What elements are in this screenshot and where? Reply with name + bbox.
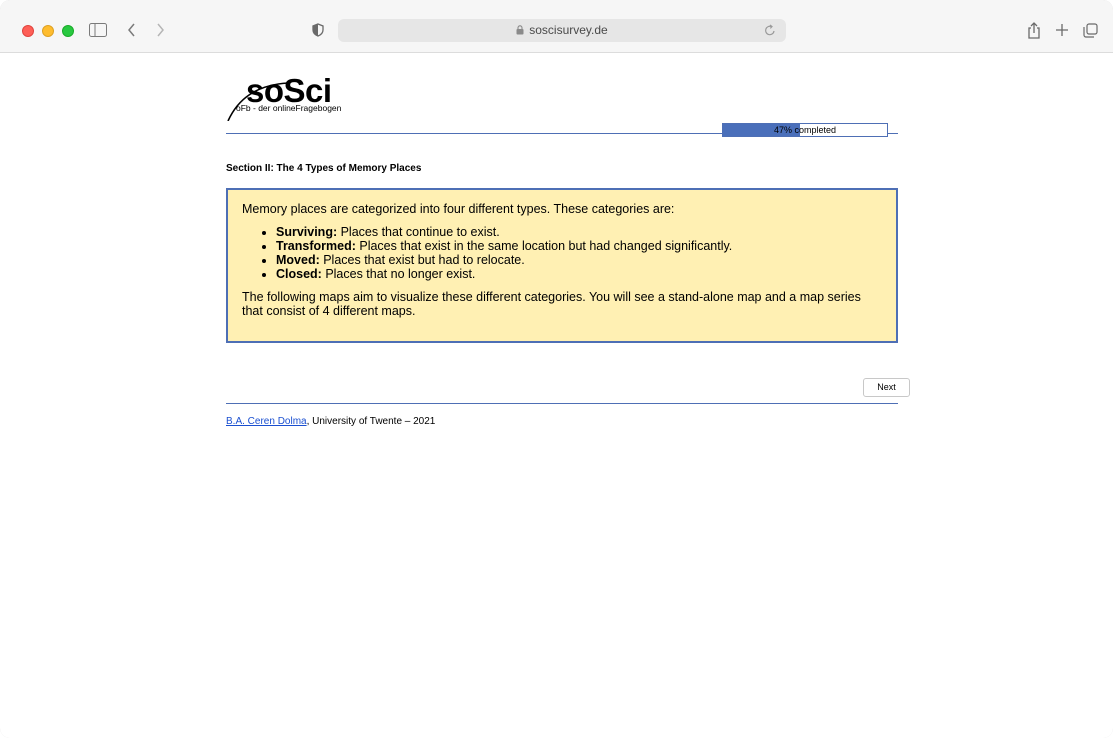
progress-label: 47% completed xyxy=(773,125,837,135)
minimize-window-button[interactable] xyxy=(42,25,54,37)
info-intro: Memory places are categorized into four … xyxy=(242,202,675,216)
author-link[interactable]: B.A. Ceren Dolma xyxy=(226,416,307,427)
browser-window: soscisurvey.de soSci oFb - der onlineFra… xyxy=(0,0,1113,738)
category-desc: Places that no longer exist. xyxy=(321,267,476,281)
reload-icon[interactable] xyxy=(764,23,776,42)
close-window-button[interactable] xyxy=(22,25,34,37)
category-list: Surviving: Places that continue to exist… xyxy=(242,225,882,281)
category-desc: Places that continue to exist. xyxy=(337,225,500,239)
forward-icon[interactable] xyxy=(148,18,172,42)
privacy-shield-icon[interactable] xyxy=(306,18,330,42)
category-term: Moved: xyxy=(276,253,320,267)
zoom-window-button[interactable] xyxy=(62,25,74,37)
back-icon[interactable] xyxy=(120,18,144,42)
category-desc: Places that exist but had to relocate. xyxy=(319,253,525,267)
list-item: Closed: Places that no longer exist. xyxy=(276,267,882,281)
new-tab-icon[interactable] xyxy=(1050,18,1074,42)
list-item: Surviving: Places that continue to exist… xyxy=(276,225,882,239)
footer-text: , University of Twente – 2021 xyxy=(306,416,436,427)
footer-divider xyxy=(226,403,898,404)
page-content: soSci oFb - der onlineFragebogen 47% com… xyxy=(0,53,1113,738)
address-text: soscisurvey.de xyxy=(529,23,608,37)
footer: B.A. Ceren Dolma, University of Twente –… xyxy=(226,416,435,427)
category-term: Transformed: xyxy=(276,239,356,253)
info-outro: The following maps aim to visualize thes… xyxy=(242,290,861,318)
category-desc: Places that exist in the same location b… xyxy=(355,239,733,253)
lock-icon xyxy=(516,20,524,43)
address-bar[interactable]: soscisurvey.de xyxy=(338,19,786,42)
browser-toolbar: soscisurvey.de xyxy=(0,0,1113,53)
category-term: Surviving: xyxy=(276,225,338,239)
list-item: Transformed: Places that exist in the sa… xyxy=(276,239,882,253)
info-box: Memory places are categorized into four … xyxy=(226,188,898,343)
section-title: Section II: The 4 Types of Memory Places xyxy=(226,163,422,174)
tab-overview-icon[interactable] xyxy=(1078,18,1102,42)
list-item: Moved: Places that exist but had to relo… xyxy=(276,253,882,267)
logo-subtitle: oFb - der onlineFragebogen xyxy=(236,103,342,113)
progress-bar: 47% completed xyxy=(722,123,888,137)
sidebar-icon[interactable] xyxy=(86,18,110,42)
share-icon[interactable] xyxy=(1022,18,1046,42)
next-button[interactable]: Next xyxy=(863,378,910,397)
category-term: Closed: xyxy=(276,267,322,281)
